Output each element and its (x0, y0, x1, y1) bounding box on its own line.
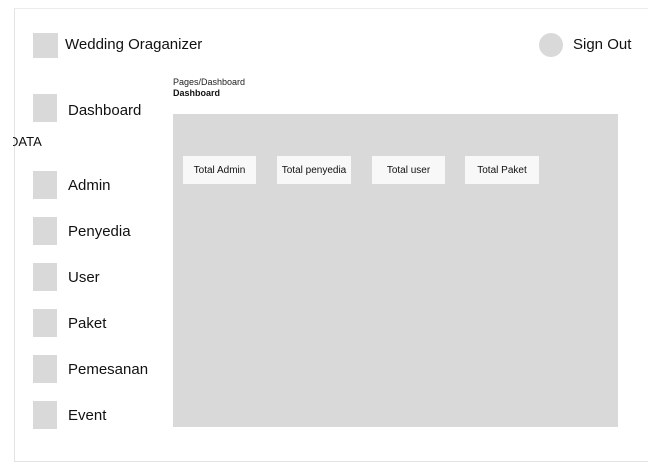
stat-card-total-penyedia[interactable]: Total penyedia (277, 156, 351, 184)
sidebar-item-label: Admin (68, 177, 111, 194)
sidebar-item-dashboard[interactable]: Dashboard (33, 94, 163, 122)
event-icon (33, 401, 57, 429)
sidebar-item-pemesanan[interactable]: Pemesanan (33, 355, 163, 383)
sidebar-item-penyedia[interactable]: Penyedia (33, 217, 163, 245)
sidebar-item-label: Dashboard (68, 102, 142, 119)
user-icon (33, 263, 57, 291)
stat-card-total-user[interactable]: Total user (372, 156, 445, 184)
sidebar-section-label: DATA (9, 134, 42, 149)
sidebar-item-label: Event (68, 407, 107, 424)
sidebar-item-label: Penyedia (68, 223, 131, 240)
paket-icon (33, 309, 57, 337)
breadcrumb[interactable]: Pages/Dashboard (173, 77, 245, 87)
sidebar-item-admin[interactable]: Admin (33, 171, 163, 199)
admin-icon (33, 171, 57, 199)
penyedia-icon (33, 217, 57, 245)
avatar[interactable] (539, 33, 563, 57)
sidebar-item-label: Paket (68, 315, 107, 332)
dashboard-icon (33, 94, 57, 122)
logo-icon (33, 33, 58, 58)
page-title: Dashboard (173, 88, 221, 98)
sidebar-item-label: User (68, 269, 100, 286)
sidebar-item-user[interactable]: User (33, 263, 163, 291)
stat-card-total-paket[interactable]: Total Paket (465, 156, 539, 184)
sign-out-button[interactable]: Sign Out (573, 36, 631, 53)
app-title: Wedding Oraganizer (65, 36, 203, 53)
pemesanan-icon (33, 355, 57, 383)
sidebar-item-label: Pemesanan (68, 361, 149, 378)
sidebar-item-event[interactable]: Event (33, 401, 163, 429)
stat-card-total-admin[interactable]: Total Admin (183, 156, 256, 184)
sidebar-item-paket[interactable]: Paket (33, 309, 163, 337)
